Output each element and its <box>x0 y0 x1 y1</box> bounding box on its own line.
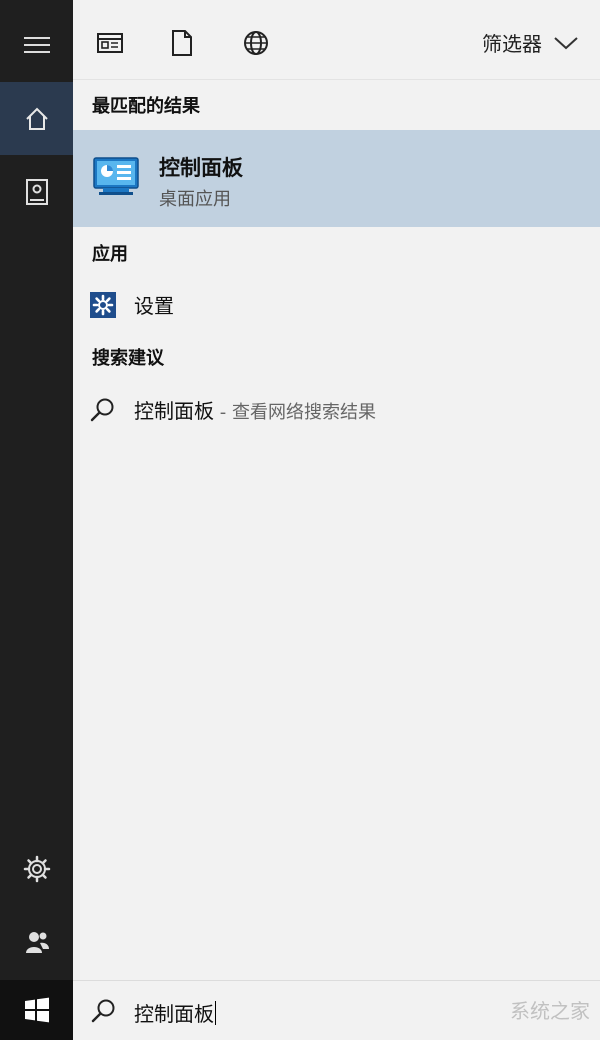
search-box-icon <box>91 998 117 1028</box>
search-icon <box>90 397 116 423</box>
windows-logo-icon <box>24 997 49 1023</box>
apps-heading: 应用 <box>92 244 128 265</box>
taskbar: 控制面板 系统之家 <box>0 980 600 1040</box>
web-filter-button[interactable] <box>239 26 273 60</box>
filter-dropdown[interactable]: 筛选器 <box>482 28 578 57</box>
search-box[interactable]: 控制面板 系统之家 <box>73 980 600 1040</box>
document-icon <box>172 30 192 56</box>
left-rail <box>0 0 73 980</box>
best-match-item[interactable]: 控制面板 桌面应用 <box>73 130 600 227</box>
text-caret <box>215 1001 216 1025</box>
search-results-panel: 筛选器 最匹配的结果 控制面板 桌面应用 应用 设置 搜索建议 控制面板 - 查… <box>73 0 600 980</box>
search-input[interactable]: 控制面板 <box>134 998 216 1027</box>
documents-filter-button[interactable] <box>165 26 199 60</box>
start-button[interactable] <box>0 980 73 1040</box>
settings-rail-button[interactable] <box>0 832 73 905</box>
gear-icon <box>23 855 50 882</box>
user-icon <box>25 931 49 953</box>
notebook-icon <box>25 178 48 205</box>
home-button[interactable] <box>0 82 73 155</box>
control-panel-icon <box>93 156 139 200</box>
filter-toolbar: 筛选器 <box>73 0 600 80</box>
app-result-label: 设置 <box>134 293 174 318</box>
watermark-logo: 系统之家 <box>510 999 590 1023</box>
account-button[interactable] <box>0 905 73 978</box>
app-result-settings[interactable]: 设置 <box>73 280 600 328</box>
settings-gear-icon <box>90 292 116 318</box>
hamburger-icon <box>23 36 50 53</box>
search-input-value: 控制面板 <box>134 1002 214 1026</box>
notebook-button[interactable] <box>0 155 73 228</box>
suggestion-hint: - 查看网络搜索结果 <box>214 401 376 423</box>
filter-label: 筛选器 <box>482 32 542 56</box>
best-match-subtitle: 桌面应用 <box>159 189 231 210</box>
globe-icon <box>244 31 268 55</box>
home-icon <box>25 107 48 130</box>
chevron-down-icon <box>554 36 578 49</box>
web-suggestion-item[interactable]: 控制面板 - 查看网络搜索结果 <box>73 385 600 433</box>
hamburger-menu-button[interactable] <box>0 8 73 81</box>
best-match-heading: 最匹配的结果 <box>92 96 200 117</box>
suggestions-heading: 搜索建议 <box>92 348 164 369</box>
apps-icon <box>97 33 123 53</box>
suggestion-query: 控制面板 <box>134 398 214 423</box>
apps-filter-button[interactable] <box>93 26 127 60</box>
best-match-title: 控制面板 <box>159 156 243 180</box>
